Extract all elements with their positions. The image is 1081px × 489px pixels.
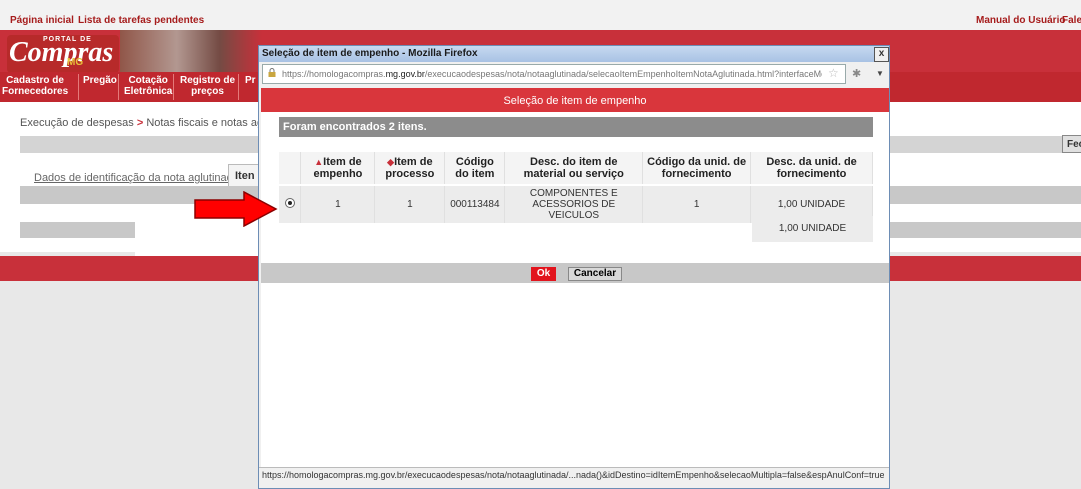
table-footer-bar-right [890, 222, 1081, 238]
tasks-link[interactable]: Lista de tarefas pendentes [78, 15, 204, 26]
breadcrumb-part1[interactable]: Execução de despesas [20, 117, 134, 129]
logo[interactable]: Compras PORTAL DE MG [7, 35, 119, 73]
addon-icon[interactable]: ✱ [852, 67, 861, 80]
sort-asc-icon: ▲ [314, 157, 324, 167]
close-icon[interactable]: x [874, 47, 889, 62]
bookmark-star-icon[interactable]: ☆ [828, 66, 839, 80]
cell-desc-unid-row2: 1,00 UNIDADE [752, 216, 873, 242]
popup-title: Seleção de item de empenho - Mozilla Fir… [262, 48, 478, 59]
cell-cod-unid: 1 [642, 184, 752, 223]
cell-item-processo: 1 [374, 184, 446, 223]
contact-link[interactable]: Fale [1062, 15, 1081, 26]
col-desc-unid: Desc. da unid. de fornecimento [750, 152, 873, 185]
row-radio[interactable] [284, 198, 295, 208]
menu-registro-precos[interactable]: Registro de preços [180, 75, 235, 97]
breadcrumb-separator: > [136, 117, 144, 129]
col-item-processo[interactable]: ◆Item de processo [374, 152, 446, 185]
menu-cadastro-fornecedores[interactable]: Cadastro de Fornecedores [2, 75, 68, 97]
menu-cotacao-eletronica[interactable]: Cotação Eletrônica [124, 75, 172, 97]
home-link[interactable]: Página inicial [10, 15, 74, 26]
menu-separator [78, 74, 79, 100]
ok-button[interactable]: Ok [531, 267, 556, 281]
menu-separator [173, 74, 174, 100]
menu-separator [118, 74, 119, 100]
status-url: https://homologacompras.mg.gov.br/execuc… [262, 470, 884, 480]
col-descricao-item: Desc. do item de material ou serviço [504, 152, 644, 185]
menu-item-truncated[interactable]: Pr [245, 75, 256, 86]
popup-header: Seleção de item de empenho [261, 88, 889, 112]
cell-descricao: COMPONENTES E ACESSORIOS DE VEICULOS [504, 184, 644, 223]
menu-separator [238, 74, 239, 100]
table-header-row: ▲Item de empenho ◆Item de processo Códig… [279, 152, 873, 185]
breadcrumb: Execução de despesas > Notas fiscais e n… [20, 117, 283, 129]
col-codigo-unid: Código da unid. de fornecimento [642, 152, 752, 185]
logo-suffix: MG [67, 57, 84, 68]
tab-dados-identificacao[interactable]: Dados de identificação da nota aglutinad… [34, 172, 239, 184]
menu-pregao[interactable]: Pregão [83, 75, 117, 86]
close-page-button[interactable]: Fec [1062, 135, 1081, 153]
row-select-cell [279, 184, 302, 223]
menu-bar-right [890, 72, 1081, 102]
cancel-button[interactable]: Cancelar [568, 267, 622, 281]
logo-small: PORTAL DE [43, 36, 92, 43]
manual-link[interactable]: Manual do Usuário [976, 15, 1065, 26]
cell-item-empenho: 1 [300, 184, 376, 223]
action-bar-right [890, 136, 1081, 153]
cell-codigo: 000113484 [444, 184, 506, 223]
table-header-bar-right [890, 186, 1081, 204]
col-select [279, 152, 302, 185]
results-count: Foram encontrados 2 itens. [279, 117, 873, 137]
items-table: ▲Item de empenho ◆Item de processo Códig… [279, 152, 873, 223]
lock-icon [268, 68, 276, 77]
col-codigo-item: Código do item [444, 152, 506, 185]
red-arrow-icon [194, 191, 278, 227]
popup-content [261, 88, 889, 482]
tab-itens[interactable]: Iten [228, 164, 262, 186]
chevron-down-icon[interactable]: ▼ [876, 69, 884, 78]
banner-image [120, 30, 262, 72]
url-text: https://homologacompras.mg.gov.br/execuc… [282, 69, 822, 79]
col-item-empenho[interactable]: ▲Item de empenho [300, 152, 376, 185]
action-bar [20, 136, 260, 153]
